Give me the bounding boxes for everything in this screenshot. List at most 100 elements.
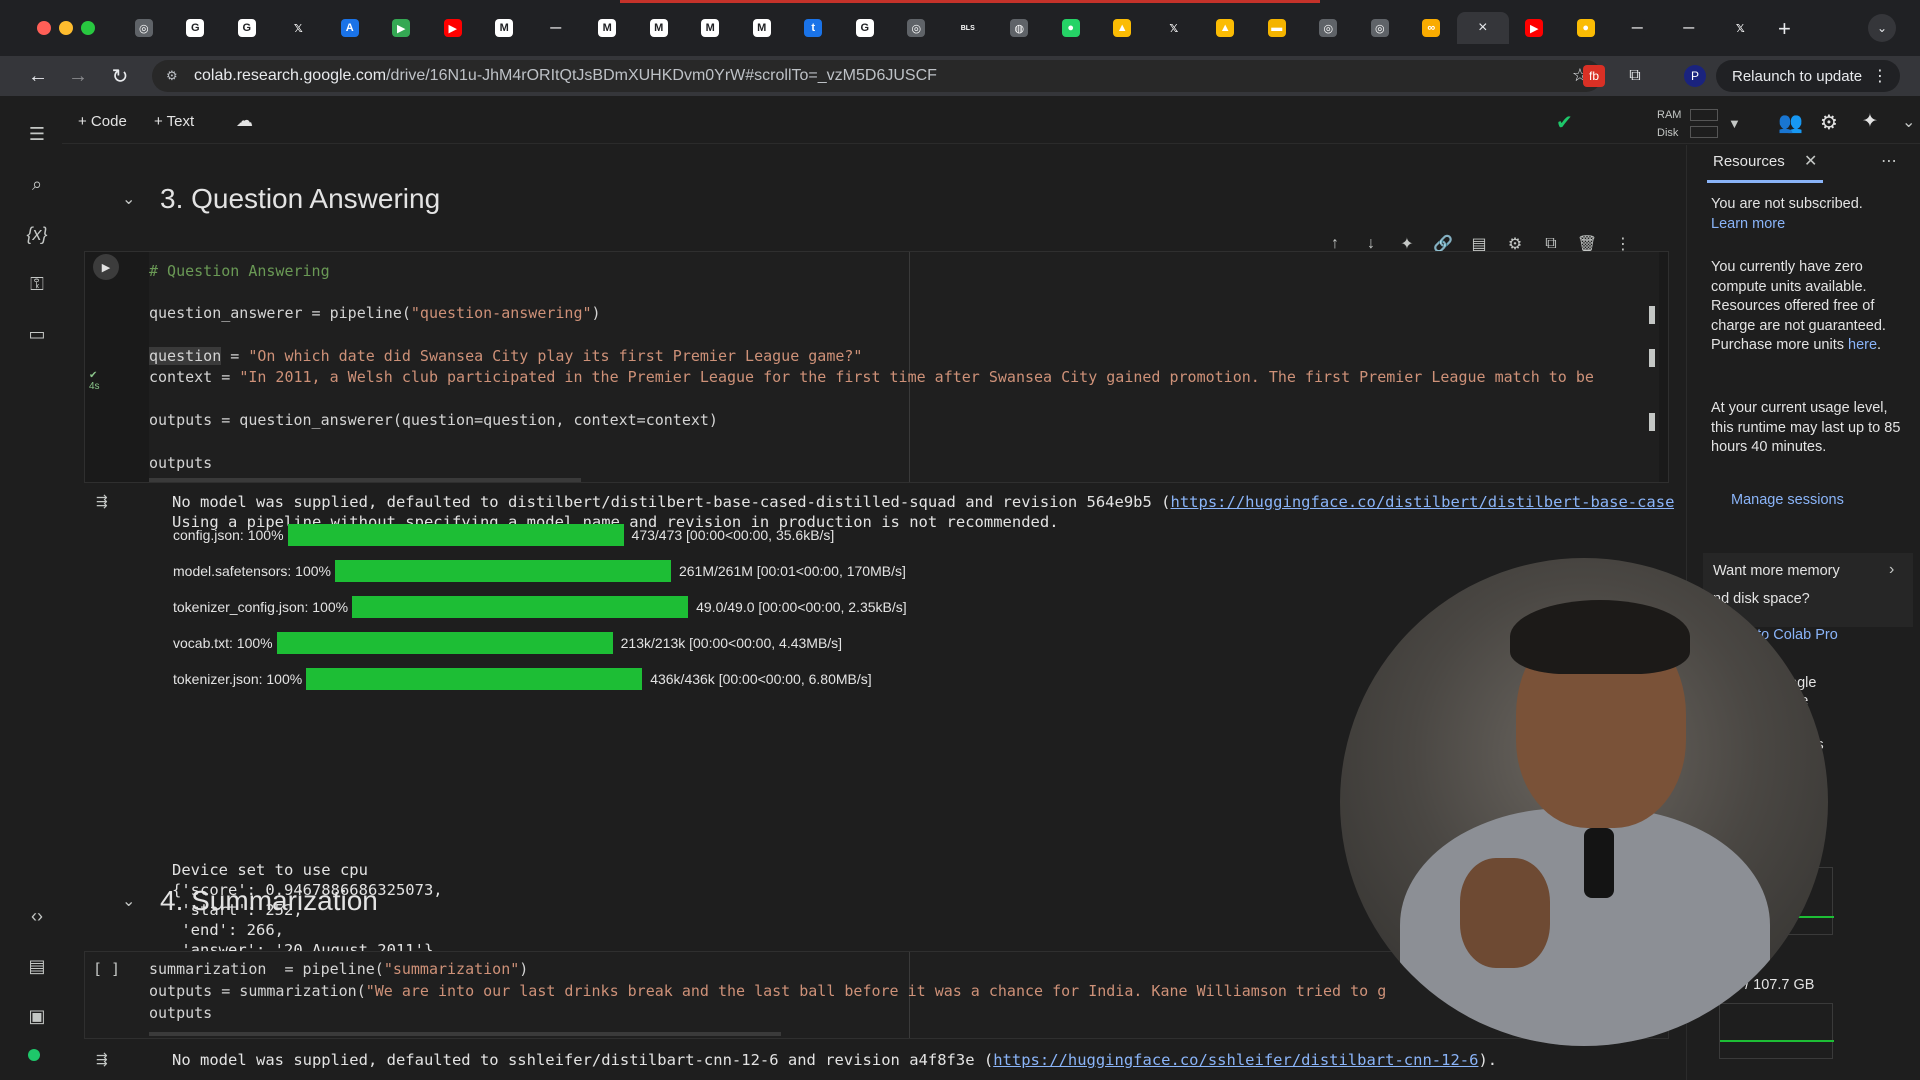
exec-success-check: ✔ 4s [89, 370, 100, 392]
download-label: model.safetensors: 100% [173, 563, 331, 579]
reload-icon[interactable]: ↻ [106, 62, 134, 90]
panel-more-icon[interactable]: ⋯ [1881, 151, 1897, 171]
relaunch-button[interactable]: Relaunch to update ⋮ [1716, 60, 1900, 92]
profile-avatar[interactable]: P [1684, 65, 1706, 87]
browser-tab[interactable]: ▲ [1200, 12, 1252, 44]
browser-tab[interactable]: ∞ [1406, 12, 1458, 44]
browser-tab[interactable]: ◍ [994, 12, 1046, 44]
maximize-window-button[interactable] [81, 21, 95, 35]
resources-tab[interactable]: Resources [1713, 153, 1785, 170]
manage-sessions-link[interactable]: Manage sessions [1731, 492, 1844, 508]
files-folder-icon[interactable]: ▭ [25, 322, 49, 346]
extension-icon[interactable]: fb [1583, 65, 1605, 87]
download-label: vocab.txt: 100% [173, 635, 273, 651]
secrets-key-icon[interactable]: ⚿ [25, 272, 49, 296]
browser-tab[interactable]: A [324, 12, 376, 44]
browser-tab[interactable]: 𝕏 [1715, 12, 1767, 44]
browser-tab[interactable]: ▶ [376, 12, 428, 44]
progress-bar [287, 524, 624, 546]
browser-tab[interactable]: ▲ [1097, 12, 1149, 44]
exec-count-marker[interactable]: [ ] [93, 960, 120, 978]
browser-tab[interactable]: ● [1045, 12, 1097, 44]
code-line-2: question_answerer = pipeline("question-a… [149, 304, 601, 322]
minimize-window-button[interactable] [59, 21, 73, 35]
browser-tab[interactable]: G [221, 12, 273, 44]
connection-status-icon [28, 1049, 40, 1061]
browser-tab[interactable]: M [736, 12, 788, 44]
extensions-puzzle-icon[interactable]: ⧉ [1624, 65, 1646, 87]
browser-tab[interactable]: G [170, 12, 222, 44]
close-window-button[interactable] [37, 21, 51, 35]
tumblr-icon: t [804, 19, 823, 37]
variables-icon[interactable]: {x} [25, 222, 49, 246]
learn-more-link[interactable]: Learn more [1711, 216, 1785, 232]
code-snippets-icon[interactable]: ‹› [25, 904, 49, 928]
horizontal-scrollbar[interactable] [149, 1032, 781, 1036]
address-bar[interactable]: ⚙ colab.research.google.com/drive/16N1u-… [152, 60, 1602, 92]
forward-icon[interactable]: → [64, 62, 92, 90]
run-cell-button[interactable]: ▶ [93, 254, 119, 280]
purchase-here-link[interactable]: here [1848, 337, 1877, 353]
collapse-section-chevron-icon[interactable]: ⌄ [122, 891, 148, 911]
site-settings-icon[interactable]: ⚙ [166, 68, 182, 84]
code-cell-question-answering[interactable]: ▶ ✔ 4s # Question Answering question_answ… [84, 251, 1669, 483]
terminal-icon[interactable]: ▣ [25, 1004, 49, 1028]
browser-tab[interactable]: ◎ [891, 12, 943, 44]
settings-gear-icon[interactable]: ⚙ [1820, 110, 1838, 135]
collapse-header-chevron-icon[interactable]: ⌄ [1902, 112, 1915, 132]
youtube-icon: ▶ [1525, 19, 1544, 37]
collapse-section-chevron-icon[interactable]: ⌄ [122, 189, 148, 209]
browser-tab[interactable]: ◎ [1303, 12, 1355, 44]
blank-tab-icon: — [1679, 19, 1698, 37]
close-tab-icon[interactable]: × [1478, 19, 1487, 37]
browser-tab[interactable]: 𝕏 [273, 12, 325, 44]
browser-tab[interactable]: t [788, 12, 840, 44]
browser-tab[interactable]: — [530, 12, 582, 44]
browser-tab[interactable]: ● [1560, 12, 1612, 44]
share-people-icon[interactable]: 👥 [1778, 110, 1803, 135]
model-link[interactable]: https://huggingface.co/sshleifer/distilb… [993, 1051, 1478, 1069]
presenter-hair [1510, 600, 1690, 674]
code-editor[interactable]: # Question Answering question_answerer =… [149, 252, 1659, 482]
new-tab-button[interactable]: + [1778, 16, 1791, 42]
browser-tab[interactable]: — [1612, 12, 1664, 44]
back-icon[interactable]: ← [24, 62, 52, 90]
table-of-contents-icon[interactable]: ☰ [25, 122, 49, 146]
browser-tab[interactable]: M [479, 12, 531, 44]
browser-tab[interactable]: BLS [942, 12, 994, 44]
ram-disk-indicator[interactable]: RAM Disk [1657, 106, 1681, 142]
browser-tab[interactable]: M [633, 12, 685, 44]
browser-tab[interactable]: M [582, 12, 634, 44]
horizontal-scrollbar[interactable] [149, 478, 581, 482]
browser-tab[interactable]: ▶ [1509, 12, 1561, 44]
gemini-sparkle-icon[interactable]: ✦ [1862, 110, 1878, 133]
drive-icon: ▲ [1113, 19, 1132, 37]
runtime-dropdown-icon[interactable]: ▼ [1728, 116, 1741, 131]
exec-time-label: 4s [89, 381, 100, 392]
device-line: Device set to use cpu [172, 861, 368, 879]
browser-tab[interactable]: ◎ [1354, 12, 1406, 44]
browser-tab[interactable]: G [839, 12, 891, 44]
add-code-button[interactable]: + Code [78, 113, 127, 130]
disk-meter [1690, 126, 1718, 138]
bell-icon: ● [1576, 19, 1595, 37]
browser-tab[interactable]: M [685, 12, 737, 44]
output-actions-icon[interactable]: ⇶ [96, 493, 108, 510]
code-line-6: outputs [149, 454, 213, 472]
browser-tab[interactable]: — [1663, 12, 1715, 44]
drive-save-cloud-icon[interactable]: ☁ [236, 111, 253, 131]
close-panel-icon[interactable]: ✕ [1804, 151, 1817, 171]
progress-fill [276, 632, 613, 654]
browser-tab[interactable]: 𝕏 [1148, 12, 1200, 44]
browser-tab[interactable]: ▬ [1251, 12, 1303, 44]
browser-tab[interactable]: ▶ [427, 12, 479, 44]
whatsapp-icon: ● [1061, 19, 1080, 37]
model-link[interactable]: https://huggingface.co/distilbert/distil… [1171, 493, 1674, 511]
find-replace-icon[interactable]: ⌕ [25, 172, 49, 196]
browser-tab[interactable]: × [1457, 12, 1509, 44]
command-palette-icon[interactable]: ▤ [25, 954, 49, 978]
tab-search-button[interactable]: ⌄ [1868, 14, 1896, 42]
output-actions-icon[interactable]: ⇶ [96, 1051, 108, 1068]
add-text-button[interactable]: + Text [154, 113, 194, 130]
browser-tab[interactable]: ◎ [118, 12, 170, 44]
